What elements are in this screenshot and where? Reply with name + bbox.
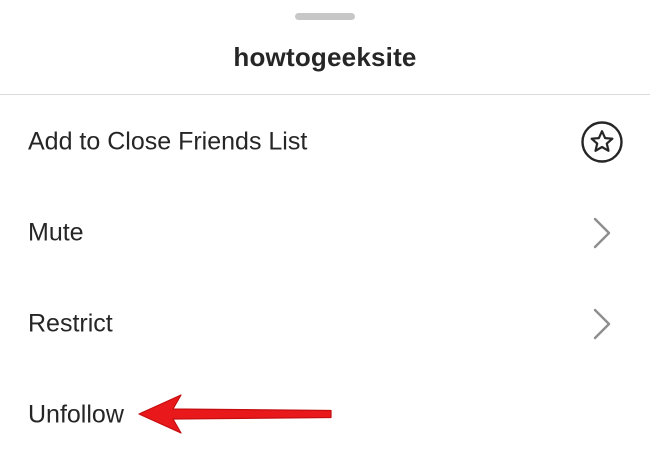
mute-label: Mute (28, 218, 84, 246)
divider (0, 94, 650, 95)
bottom-sheet: howtogeeksite Add to Close Friends List … (0, 0, 650, 467)
chevron-right-icon (593, 217, 611, 248)
restrict-label: Restrict (28, 309, 113, 337)
mute-item[interactable]: Mute (0, 187, 650, 278)
star-circle-icon[interactable] (581, 120, 623, 163)
red-arrow-pointer-icon (138, 394, 332, 434)
add-to-close-friends-item[interactable]: Add to Close Friends List (0, 96, 650, 187)
unfollow-label: Unfollow (28, 400, 124, 428)
chevron-right-icon (593, 308, 611, 339)
add-to-close-friends-label: Add to Close Friends List (28, 127, 308, 155)
restrict-item[interactable]: Restrict (0, 278, 650, 369)
drag-handle[interactable] (295, 13, 355, 20)
sheet-title: howtogeeksite (233, 42, 417, 72)
